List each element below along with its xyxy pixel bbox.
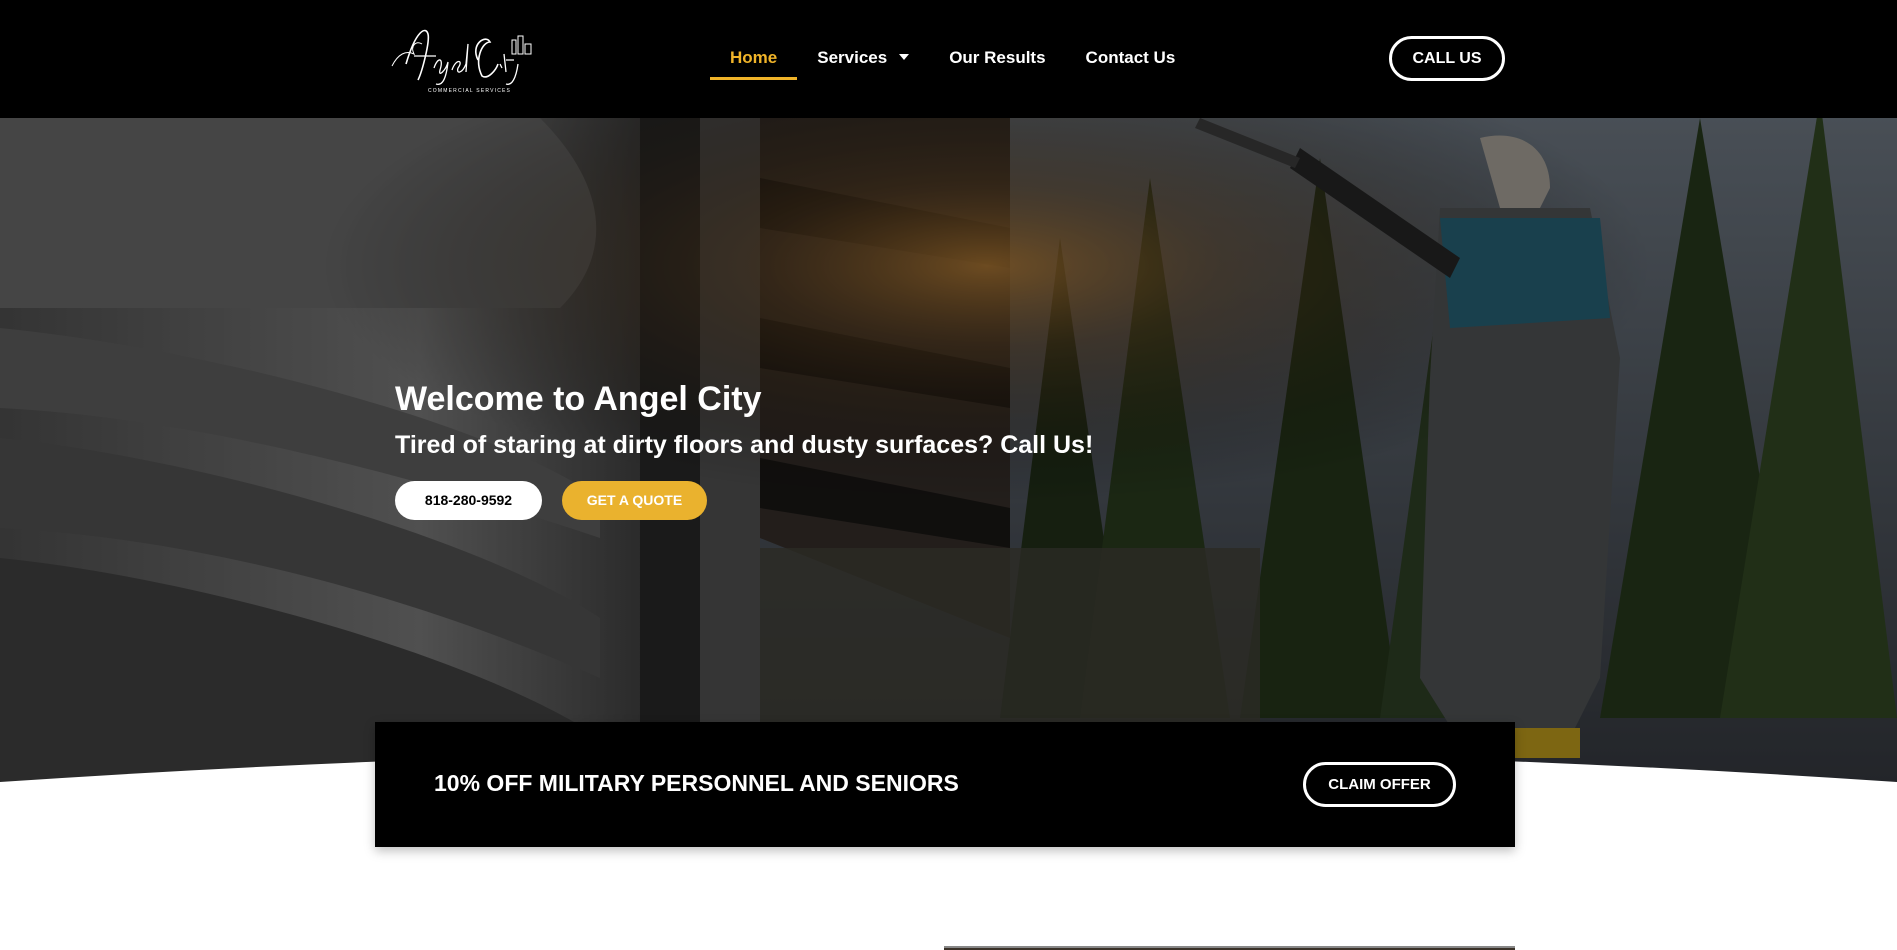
get-a-quote-button[interactable]: GET A QUOTE xyxy=(562,481,707,520)
call-us-button[interactable]: CALL US xyxy=(1389,36,1505,81)
active-indicator xyxy=(710,77,798,80)
nav-item-label: Contact Us xyxy=(1085,48,1176,67)
offer-text: 10% OFF MILITARY PERSONNEL AND SENIORS xyxy=(434,770,959,796)
angel-city-logo-icon: COMMERCIAL SERVICES xyxy=(391,29,532,94)
offer-banner: 10% OFF MILITARY PERSONNEL AND SENIORS C… xyxy=(375,722,1515,847)
nav-item-our-results[interactable]: Our Results xyxy=(929,36,1065,82)
nav-item-label: Home xyxy=(730,48,778,67)
nav-item-label: Our Results xyxy=(949,48,1046,67)
nav-item-contact-us[interactable]: Contact Us xyxy=(1066,36,1196,82)
hero-title: Welcome to Angel City xyxy=(395,380,762,418)
phone-button[interactable]: 818-280-9592 xyxy=(395,481,542,520)
site-header: COMMERCIAL SERVICES Home Services Our Re… xyxy=(0,0,1897,118)
content-image-top-edge xyxy=(944,946,1515,950)
nav-item-label: Services xyxy=(817,48,888,67)
main-nav: Home Services Our Results Contact Us xyxy=(710,36,1195,82)
svg-text:COMMERCIAL SERVICES: COMMERCIAL SERVICES xyxy=(428,88,511,94)
hero-section: Welcome to Angel City Tired of staring a… xyxy=(0,118,1897,790)
brand-logo[interactable]: COMMERCIAL SERVICES xyxy=(386,20,536,96)
nav-item-services[interactable]: Services xyxy=(797,36,929,82)
claim-offer-button[interactable]: CLAIM OFFER xyxy=(1303,762,1456,807)
chevron-down-icon[interactable] xyxy=(899,54,910,60)
hero-subtitle: Tired of staring at dirty floors and dus… xyxy=(395,431,1094,459)
nav-item-home[interactable]: Home xyxy=(710,36,798,82)
